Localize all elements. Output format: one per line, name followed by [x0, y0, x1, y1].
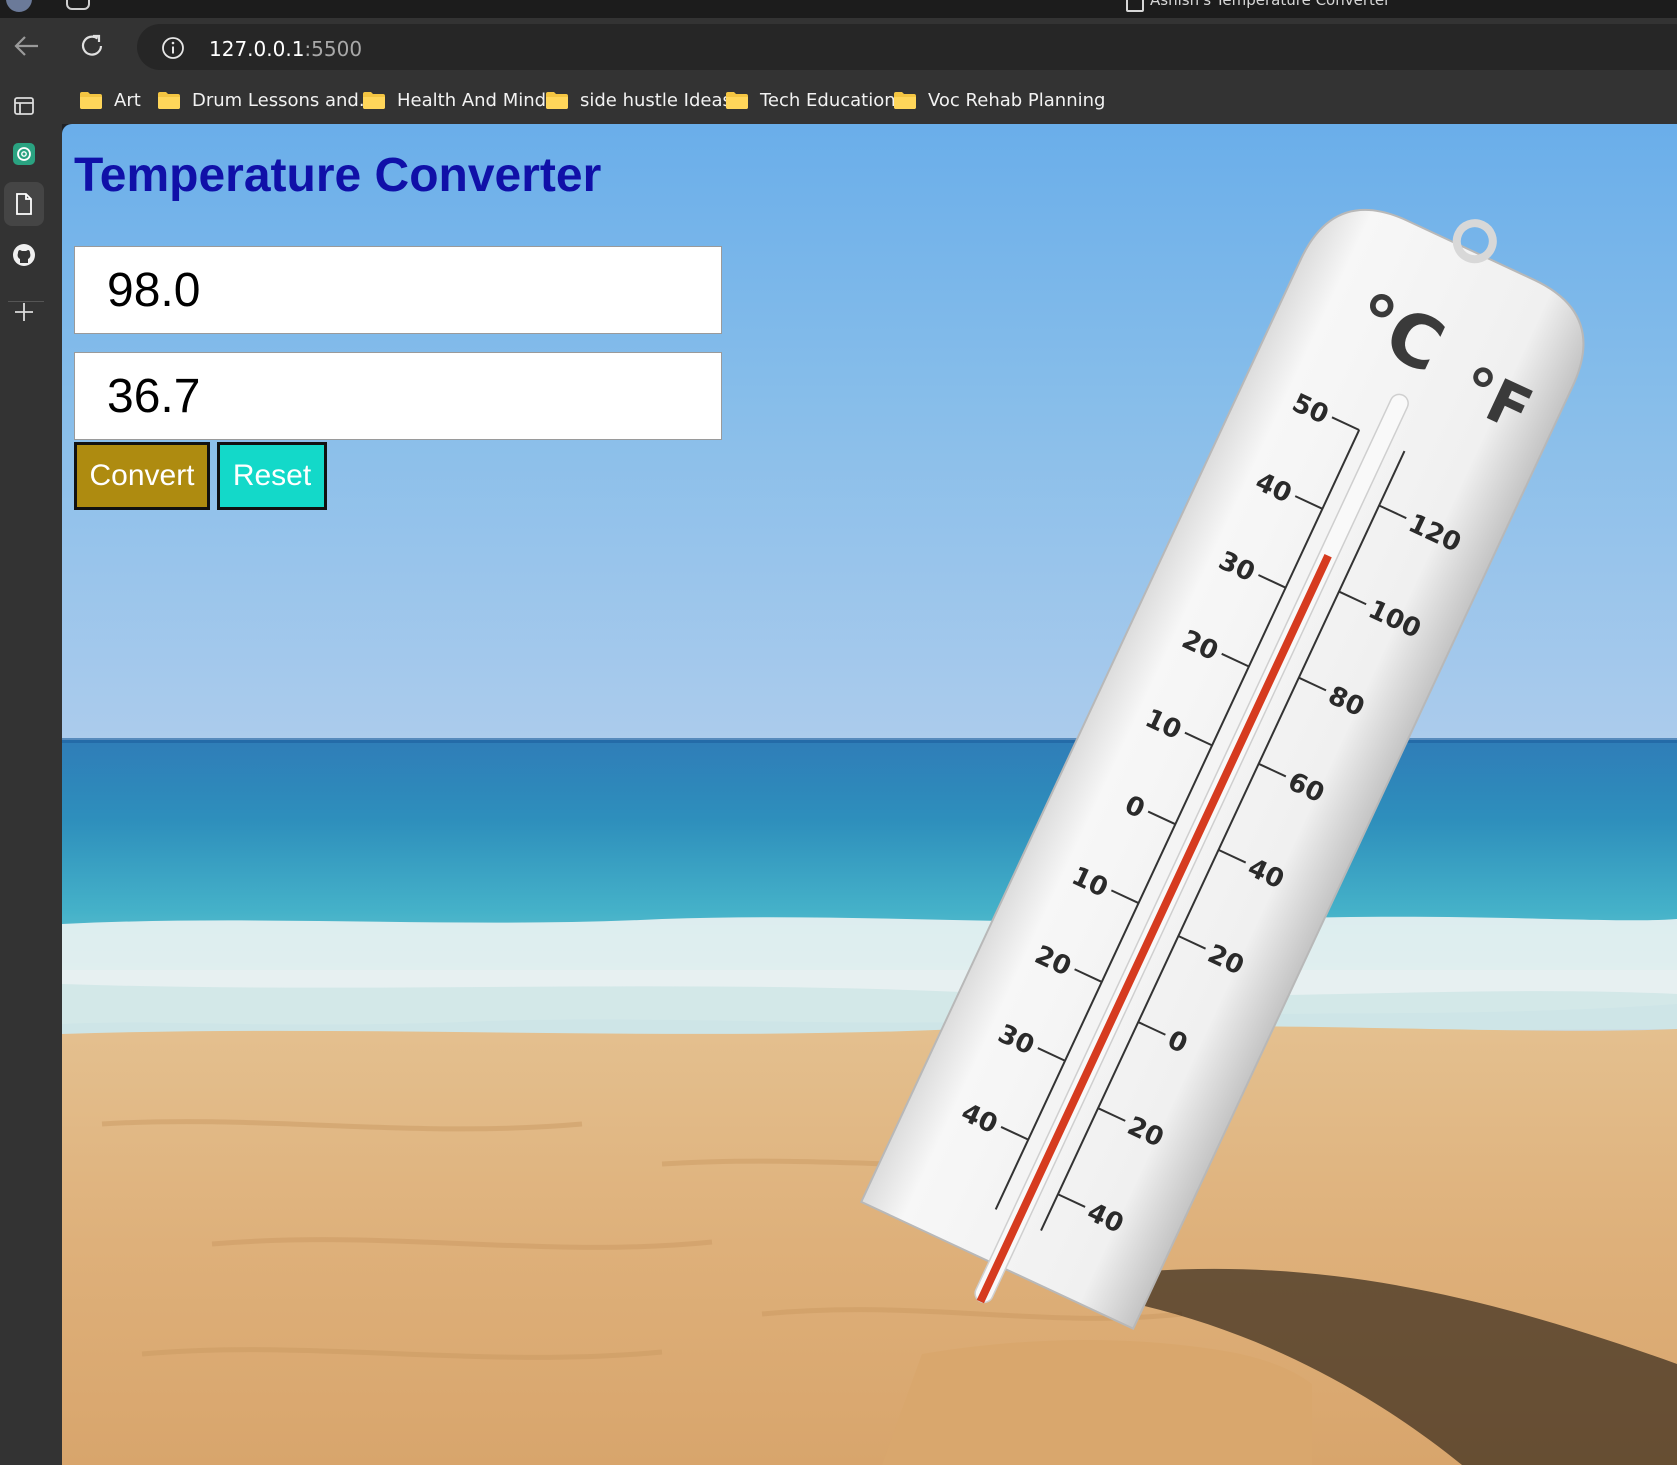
bookmark-item[interactable]: Health And Mind: [362, 87, 546, 113]
celsius-input[interactable]: [74, 352, 722, 440]
chatgpt-tab-button[interactable]: [4, 132, 44, 176]
bookmark-label: Tech Education: [760, 89, 896, 111]
bookmark-label: Art: [114, 89, 141, 111]
add-tab-button[interactable]: [4, 290, 44, 334]
reload-icon: [81, 34, 103, 56]
tab-strip: Ashish's Temperature Converter: [0, 0, 1677, 18]
address-bar[interactable]: 127.0.0.1:5500: [137, 24, 1677, 70]
page-icon: [16, 193, 32, 215]
bookmark-item[interactable]: Voc Rehab Planning: [893, 87, 1105, 113]
plus-icon: [15, 303, 33, 321]
tab-actions-icon: [14, 97, 34, 115]
bookmark-label: side hustle Ideas: [580, 89, 732, 111]
bookmarks-bar: Art Drum Lessons and... Health And Mind sid…: [62, 76, 1677, 124]
page-viewport: °C °F 50 40 30 20 10 0 10 20 30 40 120 1…: [62, 124, 1677, 1465]
tab-actions-button[interactable]: [4, 84, 44, 128]
horizon-line: [62, 738, 1677, 743]
chatgpt-icon: [13, 143, 35, 165]
bookmark-item[interactable]: Art: [79, 87, 141, 113]
bookmark-label: Drum Lessons and...: [192, 89, 377, 111]
back-button[interactable]: [4, 26, 48, 66]
folder-icon: [894, 91, 916, 109]
tab-page-icon: [1126, 0, 1144, 12]
bookmark-label: Voc Rehab Planning: [928, 89, 1106, 111]
folder-icon: [363, 91, 385, 109]
github-icon: [13, 244, 35, 266]
url-host: 127.0.0.1: [209, 37, 305, 61]
current-page-tab-button[interactable]: [4, 182, 44, 226]
reload-button[interactable]: [70, 26, 114, 66]
folder-icon: [546, 91, 568, 109]
tab-title[interactable]: Ashish's Temperature Converter: [1150, 0, 1390, 9]
github-tab-button[interactable]: [4, 233, 44, 277]
convert-button[interactable]: Convert: [74, 442, 210, 510]
bookmark-item[interactable]: side hustle Ideas: [545, 87, 732, 113]
fahrenheit-input[interactable]: [74, 246, 722, 334]
side-panel: [0, 76, 62, 1465]
bookmark-item[interactable]: Drum Lessons and...: [157, 87, 376, 113]
folder-icon: [80, 91, 102, 109]
back-arrow-icon: [14, 36, 38, 56]
folder-icon: [726, 91, 748, 109]
page-title: Temperature Converter: [74, 149, 602, 202]
site-info-icon[interactable]: [161, 36, 185, 60]
bookmark-label: Health And Mind: [397, 89, 547, 111]
url-text[interactable]: 127.0.0.1:5500: [209, 37, 362, 61]
url-port: :5500: [304, 37, 363, 61]
copilot-icon[interactable]: [66, 0, 90, 10]
reset-button[interactable]: Reset: [217, 442, 327, 510]
folder-icon: [158, 91, 180, 109]
browser-toolbar: 127.0.0.1:5500: [0, 18, 1677, 76]
bookmark-item[interactable]: Tech Education: [725, 87, 896, 113]
sand-mound: [882, 1339, 1312, 1465]
profile-avatar[interactable]: [6, 0, 32, 12]
